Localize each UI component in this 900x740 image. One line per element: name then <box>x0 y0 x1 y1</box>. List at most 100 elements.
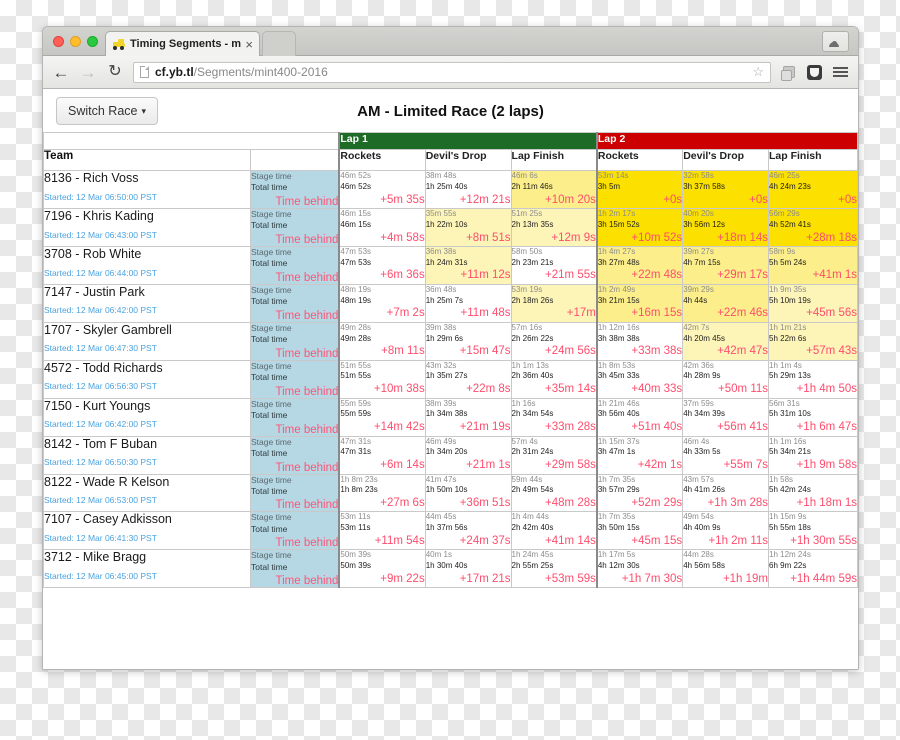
segment-cell: 46m 4s 4h 33m 5s +55m 7s <box>682 435 770 475</box>
segment-stage-time: 1h 12m 16s <box>597 322 640 332</box>
segment-time-behind: +41m 14s <box>545 535 596 548</box>
segment-total-time: 55m 59s <box>340 409 372 419</box>
segment-time-behind: +17m 21s <box>459 572 511 585</box>
reload-icon: ↻ <box>108 63 122 80</box>
segment-cell: 48m 19s 48m 19s +7m 2s <box>338 283 426 323</box>
segment-time-behind: +15m 47s <box>459 345 511 358</box>
segment-cell: 46m 52s 46m 52s +5m 35s <box>338 170 426 209</box>
segment-total-time: 3h 56m 12s <box>683 219 725 229</box>
segment-stage-time: 56m 31s <box>769 398 800 408</box>
segment-cell: 42m 7s 4h 20m 45s +42m 47s <box>682 321 770 361</box>
segment-cell: 1h 1m 16s 5h 34m 21s +1h 9m 58s <box>768 435 858 475</box>
column-header-lap1-rockets: Rockets <box>338 149 426 171</box>
segment-cell: 49m 28s 49m 28s +8m 11s <box>338 321 426 361</box>
segment-cell: 51m 55s 51m 55s +10m 38s <box>338 359 426 399</box>
segment-time-behind: +29m 17s <box>717 269 769 282</box>
team-name: 7150 - Kurt Youngs <box>44 398 151 413</box>
segment-total-time: 3h 38m 38s <box>597 333 640 343</box>
segment-time-behind: +51m 40s <box>631 421 683 434</box>
segment-stage-time: 1h 1m 21s <box>769 322 807 332</box>
team-cell: 8122 - Wade R Kelson Started: 12 Mar 06:5… <box>43 473 252 513</box>
browser-toolbar: ← → ↻ cf.yb.tl/Segments/mint400-2016 ☆ <box>43 56 858 89</box>
browser-tab[interactable]: Timing Segments - mint400 × <box>105 31 260 56</box>
segment-cell: 59m 44s 2h 49m 54s +48m 28s <box>510 473 598 513</box>
segment-time-behind: +21m 1s <box>466 459 511 472</box>
segment-total-time: 2h 18m 26s <box>511 295 554 305</box>
address-bar[interactable]: cf.yb.tl/Segments/mint400-2016 ☆ <box>133 61 771 83</box>
stage-time-label: Stage time <box>251 322 292 333</box>
segment-total-time: 3h 15m 52s <box>597 219 640 229</box>
team-start-time: Started: 12 Mar 06:47:30 PST <box>44 343 157 354</box>
segment-total-time: 3h 50m 15s <box>597 523 640 533</box>
segment-total-time: 3h 5m <box>597 181 621 191</box>
close-tab-icon[interactable]: × <box>245 38 253 51</box>
reload-button[interactable]: ↻ <box>106 63 124 81</box>
segment-time-behind: +22m 48s <box>631 269 683 282</box>
profile-icon[interactable] <box>822 31 849 52</box>
segment-time-behind: +33m 28s <box>545 421 596 434</box>
segment-cell: 1h 7m 35s 3h 50m 15s +45m 15s <box>595 511 684 551</box>
time-behind-label: Time behind <box>275 423 339 436</box>
team-cell: 7196 - Khris Kading Started: 12 Mar 06:43… <box>43 207 252 247</box>
segment-total-time: 1h 50m 10s <box>425 485 468 495</box>
truck-icon <box>112 38 126 50</box>
segment-time-behind: +56m 41s <box>717 421 769 434</box>
segment-stage-time: 36m 48s <box>425 284 457 294</box>
forward-button[interactable]: → <box>79 63 97 81</box>
segment-cell: 1h 1m 13s 2h 36m 40s +35m 14s <box>510 359 598 399</box>
team-name: 4572 - Todd Richards <box>44 360 163 375</box>
segment-stage-time: 1h 8m 53s <box>597 360 636 370</box>
url-text: cf.yb.tl/Segments/mint400-2016 <box>155 65 746 79</box>
segment-stage-time: 53m 19s <box>511 284 543 294</box>
segment-cell: 1h 16s 2h 34m 54s +33m 28s <box>510 397 598 437</box>
segment-total-time: 2h 31m 24s <box>511 447 554 457</box>
segment-stage-time: 48m 19s <box>340 284 372 294</box>
stage-time-label: Stage time <box>251 284 292 295</box>
segment-cell: 46m 49s 1h 34m 20s +21m 1s <box>424 435 512 475</box>
table-row: 8136 - Rich Voss Started: 12 Mar 06:50:00… <box>43 170 858 209</box>
back-button[interactable]: ← <box>52 63 70 81</box>
segment-stage-time: 1h 17m 5s <box>597 550 636 560</box>
total-time-label: Total time <box>251 182 288 193</box>
segment-time-behind: +6m 14s <box>380 459 425 472</box>
extension-icon[interactable] <box>780 64 797 81</box>
pocket-icon[interactable] <box>806 64 823 81</box>
segment-total-time: 2h 34m 54s <box>511 409 554 419</box>
segment-cell: 36m 38s 1h 24m 31s +11m 12s <box>424 245 512 285</box>
minimize-window-button[interactable] <box>70 36 81 47</box>
table-row: 7150 - Kurt Youngs Started: 12 Mar 06:42:… <box>43 397 858 437</box>
segment-stage-time: 53m 14s <box>597 171 629 180</box>
segment-cell: 38m 39s 1h 34m 38s +21m 19s <box>424 397 512 437</box>
total-time-label: Total time <box>251 334 288 345</box>
team-cell: 8136 - Rich Voss Started: 12 Mar 06:50:00… <box>43 170 252 209</box>
metric-labels-cell: Stage time Total time Time behind <box>250 511 340 551</box>
segment-cell: 1h 9m 35s 5h 10m 19s +45m 56s <box>768 283 858 323</box>
segment-time-behind: +14m 42s <box>373 421 425 434</box>
segment-stage-time: 47m 31s <box>340 436 372 446</box>
menu-icon[interactable] <box>832 64 849 81</box>
segment-time-behind: +21m 55s <box>545 269 596 282</box>
team-start-time: Started: 12 Mar 06:44:00 PST <box>44 267 157 278</box>
close-window-button[interactable] <box>53 36 64 47</box>
segment-total-time: 5h 31m 10s <box>769 409 811 419</box>
bookmark-star-icon[interactable]: ☆ <box>752 64 764 80</box>
segment-stage-time: 57m 4s <box>511 436 538 446</box>
table-row: 7147 - Justin Park Started: 12 Mar 06:42:… <box>43 283 858 323</box>
segment-total-time: 1h 8m 23s <box>340 485 378 495</box>
segment-stage-time: 1h 4m 44s <box>511 512 549 522</box>
segment-total-time: 2h 55m 25s <box>511 561 554 571</box>
switch-race-button[interactable]: Switch Race ▾ <box>56 97 159 125</box>
team-name: 8122 - Wade R Kelson <box>44 474 170 489</box>
column-header-lap2-rockets: Rockets <box>595 149 684 171</box>
table-row: 7107 - Casey Adkisson Started: 12 Mar 06:… <box>43 511 858 551</box>
team-name: 7196 - Khris Kading <box>44 208 154 223</box>
maximize-window-button[interactable] <box>87 36 98 47</box>
segment-total-time: 4h 28m 9s <box>683 371 721 381</box>
segment-stage-time: 46m 49s <box>425 436 457 446</box>
page-header: Switch Race ▾ AM - Limited Race (2 laps) <box>43 90 858 132</box>
segment-stage-time: 46m 15s <box>340 208 372 218</box>
segment-total-time: 51m 55s <box>340 371 372 381</box>
segment-time-behind: +40m 33s <box>631 383 683 396</box>
new-tab-button[interactable] <box>262 31 296 56</box>
segment-time-behind: +53m 59s <box>545 572 596 585</box>
